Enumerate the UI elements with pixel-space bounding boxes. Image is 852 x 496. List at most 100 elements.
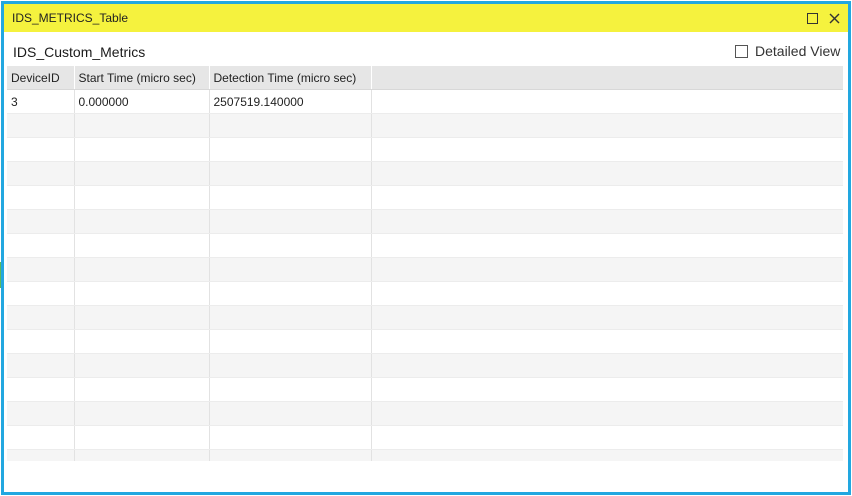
table-cell	[371, 89, 843, 114]
column-header-filler	[371, 66, 843, 90]
table-row[interactable]	[7, 425, 843, 450]
table-cell	[371, 113, 843, 138]
table-cell	[7, 281, 75, 306]
table-cell	[74, 425, 210, 450]
detailed-view-checkbox[interactable]	[735, 44, 748, 58]
table-row[interactable]	[7, 377, 843, 402]
table-cell	[74, 185, 210, 210]
table-cell	[209, 425, 372, 450]
table-cell	[74, 209, 210, 234]
table-cell	[209, 353, 372, 378]
table-cell	[209, 377, 372, 402]
column-header-detection-time[interactable]: Detection Time (micro sec)	[209, 66, 372, 90]
table-cell	[7, 329, 75, 354]
table-row[interactable]	[7, 281, 843, 306]
table-row[interactable]: 3 0.000000 2507519.140000	[7, 89, 843, 114]
table-row[interactable]	[7, 161, 843, 186]
table-row[interactable]	[7, 185, 843, 210]
table-cell	[7, 353, 75, 378]
table-cell	[371, 353, 843, 378]
table-row[interactable]	[7, 305, 843, 330]
table-cell	[371, 449, 843, 461]
table-cell	[209, 449, 372, 461]
table-cell	[74, 305, 210, 330]
table-cell	[209, 257, 372, 282]
table-cell	[74, 113, 210, 138]
table-cell	[74, 377, 210, 402]
window-footer	[4, 461, 848, 492]
table-cell	[371, 377, 843, 402]
table-row[interactable]	[7, 113, 843, 138]
table-row[interactable]	[7, 233, 843, 258]
table-cell	[7, 305, 75, 330]
table-cell	[74, 233, 210, 258]
table-cell	[371, 137, 843, 162]
table-cell	[371, 425, 843, 450]
table-cell	[7, 233, 75, 258]
table-cell	[209, 161, 372, 186]
table-cell	[209, 401, 372, 426]
table-cell	[371, 257, 843, 282]
table-cell	[7, 401, 75, 426]
table-cell	[7, 209, 75, 234]
maximize-icon	[806, 12, 818, 24]
table-cell	[74, 449, 210, 461]
table-cell	[7, 161, 75, 186]
metrics-table-window: IDS_METRICS_Table IDS_Custom_Metrics Det…	[1, 1, 851, 495]
column-header-deviceid[interactable]: DeviceID	[7, 66, 75, 90]
table-cell	[371, 185, 843, 210]
close-icon	[829, 13, 839, 23]
table-row[interactable]	[7, 209, 843, 234]
table-cell	[371, 209, 843, 234]
table-cell	[74, 329, 210, 354]
table-cell	[7, 449, 75, 461]
table-cell	[209, 137, 372, 162]
table-row[interactable]	[7, 353, 843, 378]
table-cell	[209, 305, 372, 330]
table-cell	[209, 113, 372, 138]
table-row[interactable]	[7, 449, 843, 461]
maximize-button[interactable]	[802, 8, 822, 28]
detailed-view-label: Detailed View	[755, 43, 841, 59]
view-header: IDS_Custom_Metrics Detailed View	[4, 32, 848, 66]
table-row[interactable]	[7, 257, 843, 282]
table-cell	[7, 137, 75, 162]
metrics-grid[interactable]: DeviceID Start Time (micro sec) Detectio…	[7, 66, 843, 461]
close-button[interactable]	[824, 8, 844, 28]
table-cell	[7, 425, 75, 450]
table-cell	[7, 185, 75, 210]
table-cell	[371, 233, 843, 258]
table-cell	[209, 185, 372, 210]
detailed-view-toggle[interactable]: Detailed View	[735, 43, 840, 59]
table-row[interactable]	[7, 329, 843, 354]
table-cell	[371, 305, 843, 330]
table-cell	[74, 257, 210, 282]
table-cell	[74, 281, 210, 306]
view-title: IDS_Custom_Metrics	[13, 44, 146, 60]
table-row[interactable]	[7, 401, 843, 426]
titlebar[interactable]: IDS_METRICS_Table	[4, 4, 848, 32]
table-cell	[7, 257, 75, 282]
table-cell	[7, 377, 75, 402]
table-cell	[74, 401, 210, 426]
table-cell	[371, 281, 843, 306]
table-cell	[371, 329, 843, 354]
table-cell: 2507519.140000	[209, 89, 372, 114]
table-cell	[371, 401, 843, 426]
table-cell	[209, 209, 372, 234]
table-header-row: DeviceID Start Time (micro sec) Detectio…	[7, 66, 843, 90]
table-cell	[74, 137, 210, 162]
table-cell	[209, 281, 372, 306]
table-cell	[209, 329, 372, 354]
table-cell	[209, 233, 372, 258]
window-title: IDS_METRICS_Table	[12, 11, 129, 25]
table-cell	[371, 161, 843, 186]
table-cell: 0.000000	[74, 89, 210, 114]
metrics-table: DeviceID Start Time (micro sec) Detectio…	[7, 66, 843, 461]
table-row[interactable]	[7, 137, 843, 162]
table-cell	[7, 113, 75, 138]
table-cell: 3	[7, 89, 75, 114]
table-cell	[74, 353, 210, 378]
table-cell	[74, 161, 210, 186]
column-header-start-time[interactable]: Start Time (micro sec)	[74, 66, 210, 90]
